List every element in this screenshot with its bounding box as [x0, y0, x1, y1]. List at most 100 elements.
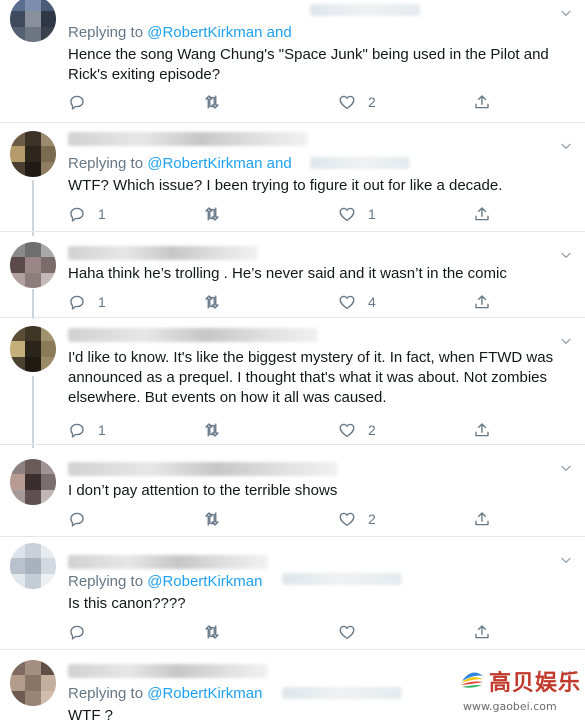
share-button[interactable]: [473, 91, 491, 113]
redacted-handle: [310, 4, 420, 16]
reply-icon: [68, 93, 86, 111]
share-button[interactable]: [473, 203, 491, 225]
thread-line: [32, 376, 34, 448]
retweet-button[interactable]: [203, 91, 221, 113]
like-button[interactable]: [338, 621, 356, 643]
reply-count: 1: [98, 206, 106, 222]
like-count: 1: [368, 206, 376, 222]
like-button[interactable]: 2: [338, 508, 376, 530]
redacted-name: [68, 555, 268, 569]
replying-to: Replying to @RobertKirkman: [68, 685, 262, 702]
redacted-name: [68, 246, 258, 260]
avatar[interactable]: [10, 543, 56, 589]
replying-label: Replying to: [68, 155, 144, 172]
tweet-actions: 11: [68, 203, 498, 225]
tweet-text: I'd like to know. It's like the biggest …: [68, 349, 554, 406]
share-button[interactable]: [473, 621, 491, 643]
watermark: 高贝娱乐 www.gaobei.com: [455, 662, 582, 718]
mention-link[interactable]: @RobertKirkman and: [147, 24, 291, 41]
redacted-name: [68, 132, 308, 146]
mention-link[interactable]: @RobertKirkman: [147, 685, 262, 702]
retweet-icon: [203, 93, 221, 111]
avatar[interactable]: [10, 131, 56, 177]
chevron-down-icon[interactable]: [559, 248, 573, 262]
watermark-name: 高贝娱乐: [489, 670, 582, 696]
reply-icon: [68, 293, 86, 311]
retweet-button[interactable]: [203, 291, 221, 313]
retweet-icon: [203, 421, 221, 439]
like-icon: [338, 623, 356, 641]
avatar[interactable]: [10, 660, 56, 706]
reply-count: 1: [98, 294, 106, 310]
like-count: 2: [368, 94, 376, 110]
tweet-text: WTF? Which issue? I been trying to figur…: [68, 177, 503, 194]
tweet-text: I don’t pay attention to the terrible sh…: [68, 482, 338, 499]
retweet-icon: [203, 293, 221, 311]
share-button[interactable]: [473, 508, 491, 530]
share-icon: [473, 93, 491, 111]
redacted-handle: [282, 573, 402, 585]
reply-icon: [68, 421, 86, 439]
tweet-3[interactable]: Haha think he’s trolling . He’s never sa…: [0, 232, 585, 317]
reply-icon: [68, 205, 86, 223]
redacted-name: [68, 664, 268, 678]
replying-to: Replying to @RobertKirkman and: [68, 24, 292, 41]
tweet-text: Haha think he’s trolling . He’s never sa…: [68, 265, 507, 282]
replying-label: Replying to: [68, 685, 144, 702]
reply-button[interactable]: [68, 508, 86, 530]
tweet-text: Hence the song Wang Chung's "Space Junk"…: [68, 46, 549, 83]
retweet-icon: [203, 205, 221, 223]
redacted-handle: [282, 687, 402, 699]
tweet-4[interactable]: I'd like to know. It's like the biggest …: [0, 318, 585, 444]
tweet-5[interactable]: I don’t pay attention to the terrible sh…: [0, 445, 585, 536]
share-button[interactable]: [473, 291, 491, 313]
like-icon: [338, 510, 356, 528]
like-button[interactable]: 2: [338, 419, 376, 441]
reply-button[interactable]: 1: [68, 291, 106, 313]
like-button[interactable]: 2: [338, 91, 376, 113]
reply-button[interactable]: 1: [68, 203, 106, 225]
like-icon: [338, 93, 356, 111]
retweet-button[interactable]: [203, 419, 221, 441]
like-icon: [338, 293, 356, 311]
reply-button[interactable]: 1: [68, 419, 106, 441]
tweet-text: Is this canon????: [68, 595, 186, 612]
reply-button[interactable]: [68, 621, 86, 643]
chevron-down-icon[interactable]: [559, 461, 573, 475]
retweet-icon: [203, 623, 221, 641]
like-button[interactable]: 1: [338, 203, 376, 225]
tweet-1[interactable]: Replying to @RobertKirkman and Hence the…: [0, 0, 585, 122]
retweet-button[interactable]: [203, 621, 221, 643]
share-button[interactable]: [473, 419, 491, 441]
like-count: 2: [368, 422, 376, 438]
tweet-actions: 2: [68, 508, 498, 530]
avatar[interactable]: [10, 459, 56, 505]
tweet-2[interactable]: Replying to @RobertKirkman and WTF? Whic…: [0, 123, 585, 231]
chevron-down-icon[interactable]: [559, 334, 573, 348]
chevron-down-icon[interactable]: [559, 6, 573, 20]
chevron-down-icon[interactable]: [559, 553, 573, 567]
reply-button[interactable]: [68, 91, 86, 113]
avatar[interactable]: [10, 0, 56, 42]
retweet-button[interactable]: [203, 508, 221, 530]
watermark-url: www.gaobei.com: [463, 700, 557, 713]
avatar[interactable]: [10, 242, 56, 288]
mention-link[interactable]: @RobertKirkman and: [147, 155, 291, 172]
mention-link[interactable]: @RobertKirkman: [147, 573, 262, 590]
tweet-actions: [68, 621, 498, 643]
share-icon: [473, 205, 491, 223]
replying-label: Replying to: [68, 573, 144, 590]
share-icon: [473, 293, 491, 311]
tweet-actions: 2: [68, 91, 498, 113]
chevron-down-icon[interactable]: [559, 139, 573, 153]
reply-icon: [68, 510, 86, 528]
like-button[interactable]: 4: [338, 291, 376, 313]
replying-to: Replying to @RobertKirkman and: [68, 155, 292, 172]
tweet-actions: 12: [68, 419, 498, 441]
avatar[interactable]: [10, 326, 56, 372]
tweet-6[interactable]: Replying to @RobertKirkman Is this canon…: [0, 537, 585, 649]
tweet-actions: 14: [68, 291, 498, 313]
retweet-button[interactable]: [203, 203, 221, 225]
reply-icon: [68, 623, 86, 641]
like-icon: [338, 205, 356, 223]
